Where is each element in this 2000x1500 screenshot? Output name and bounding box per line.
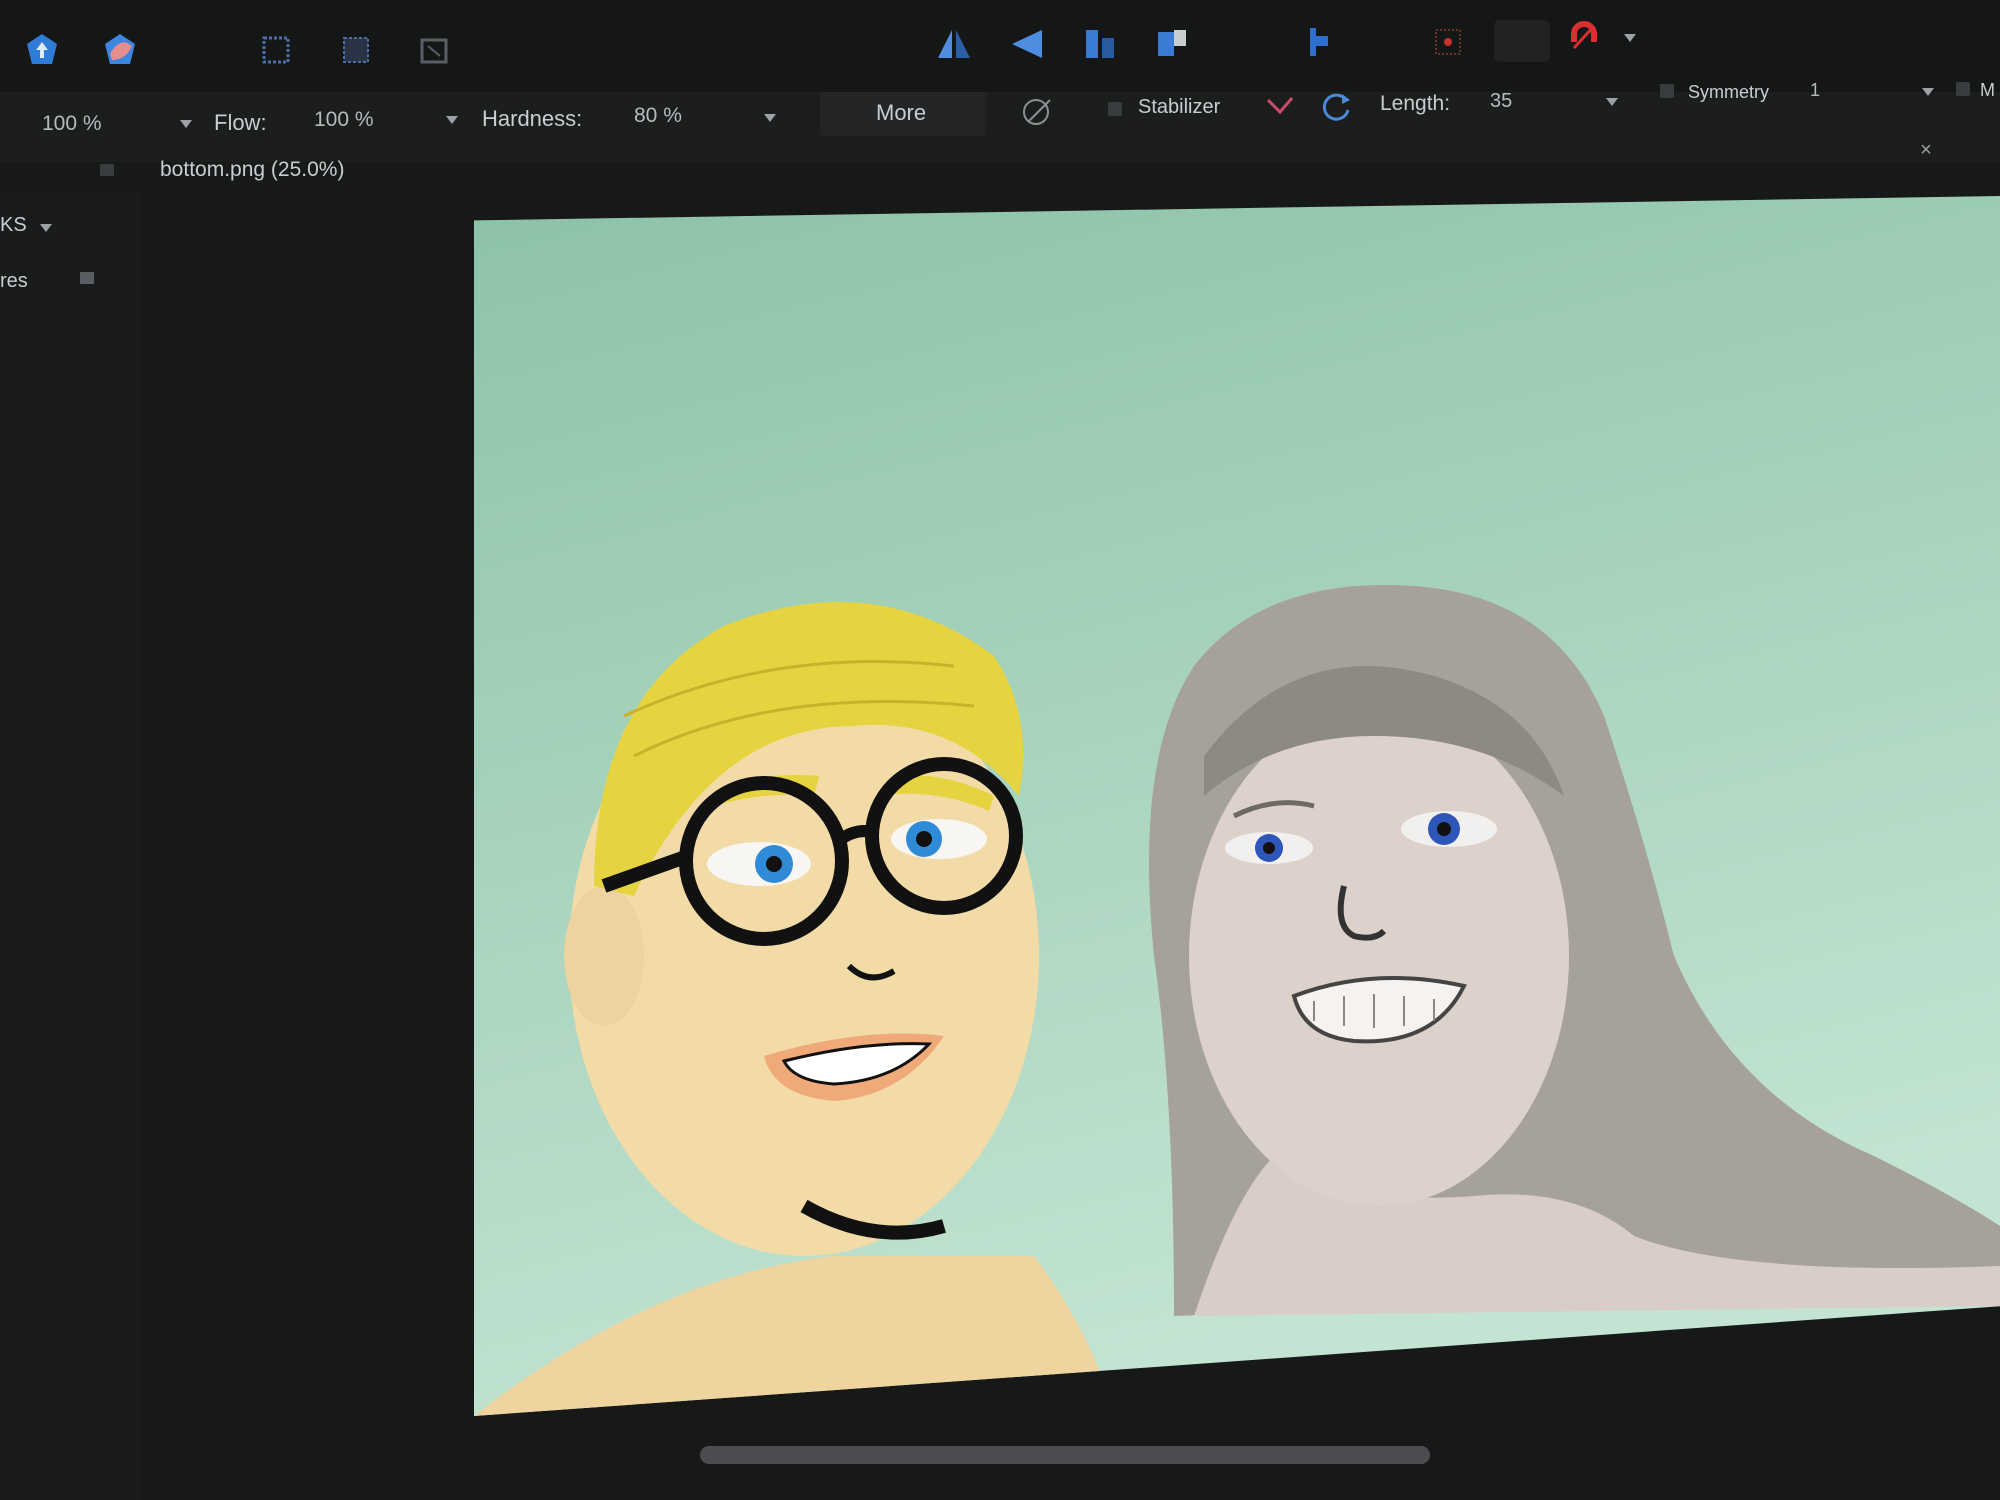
- symmetry-value[interactable]: 1: [1810, 80, 1820, 101]
- stabilizer-label: Stabilizer: [1138, 96, 1221, 118]
- main-toolbar: [0, 0, 2000, 93]
- persona-pixel-icon[interactable]: [100, 30, 140, 70]
- hardness-dropdown-caret[interactable]: [764, 114, 776, 122]
- pressure-icon[interactable]: [1018, 92, 1058, 132]
- persona-photo-icon[interactable]: [22, 30, 62, 70]
- document-tab-title[interactable]: bottom.png (25.0%): [160, 158, 344, 182]
- arrange-icon[interactable]: [1152, 24, 1192, 64]
- flip-horizontal-icon[interactable]: [934, 24, 974, 64]
- toolbar-separator-block: [1494, 20, 1550, 62]
- left-panel: KS res: [0, 194, 140, 1500]
- length-value[interactable]: 35: [1490, 90, 1512, 113]
- length-label: Length:: [1380, 92, 1451, 115]
- symmetry-checkbox[interactable]: [1660, 84, 1674, 98]
- selection-brush-icon[interactable]: [336, 30, 376, 70]
- panel-tab-1-caret[interactable]: [40, 224, 52, 232]
- stabilizer-checkbox[interactable]: [1108, 102, 1122, 116]
- context-toolbar: 100 % Flow: 100 % Hardness: 80 % More St…: [0, 80, 2000, 162]
- bottom-scrollbar[interactable]: [700, 1446, 1430, 1464]
- close-document-icon[interactable]: ×: [1916, 140, 1936, 160]
- panel-menu-icon[interactable]: [80, 272, 94, 284]
- length-dropdown-caret[interactable]: [1606, 98, 1618, 106]
- more-button-label: More: [876, 100, 927, 125]
- snapping-icon[interactable]: [1296, 22, 1336, 62]
- flow-value[interactable]: 100 %: [314, 108, 374, 132]
- hardness-label: Hardness:: [482, 106, 583, 131]
- artwork: [474, 196, 2000, 1416]
- flow-label: Flow:: [214, 110, 267, 135]
- grid-icon[interactable]: [1428, 22, 1468, 62]
- opacity-dropdown-caret[interactable]: [180, 120, 192, 128]
- hardness-value[interactable]: 80 %: [634, 104, 682, 128]
- window-mode-icon[interactable]: [1318, 88, 1354, 124]
- flip-vertical-icon[interactable]: [1008, 24, 1048, 64]
- more-button[interactable]: More: [820, 92, 986, 136]
- flow-dropdown-caret[interactable]: [446, 116, 458, 124]
- align-icon[interactable]: [1080, 24, 1120, 64]
- opacity-value[interactable]: 100 %: [42, 112, 102, 136]
- document-tab-bar: bottom.png (25.0%) ×: [0, 140, 2000, 194]
- panel-tab-2[interactable]: res: [0, 270, 28, 293]
- document-icon: [100, 164, 114, 176]
- transform-icon[interactable]: [414, 30, 454, 70]
- symmetry-dropdown-caret[interactable]: [1922, 88, 1934, 96]
- panel-tab-1[interactable]: KS: [0, 214, 27, 237]
- symmetry-label: Symmetry: [1688, 82, 1769, 102]
- marquee-select-icon[interactable]: [256, 30, 296, 70]
- rope-mode-icon[interactable]: [1262, 92, 1298, 126]
- document-canvas[interactable]: [474, 196, 2000, 1416]
- magnet-dropdown-caret[interactable]: [1624, 34, 1636, 42]
- magnet-icon[interactable]: [1564, 18, 1604, 58]
- mirror-label: M: [1980, 80, 1995, 100]
- mirror-checkbox[interactable]: [1956, 82, 1970, 96]
